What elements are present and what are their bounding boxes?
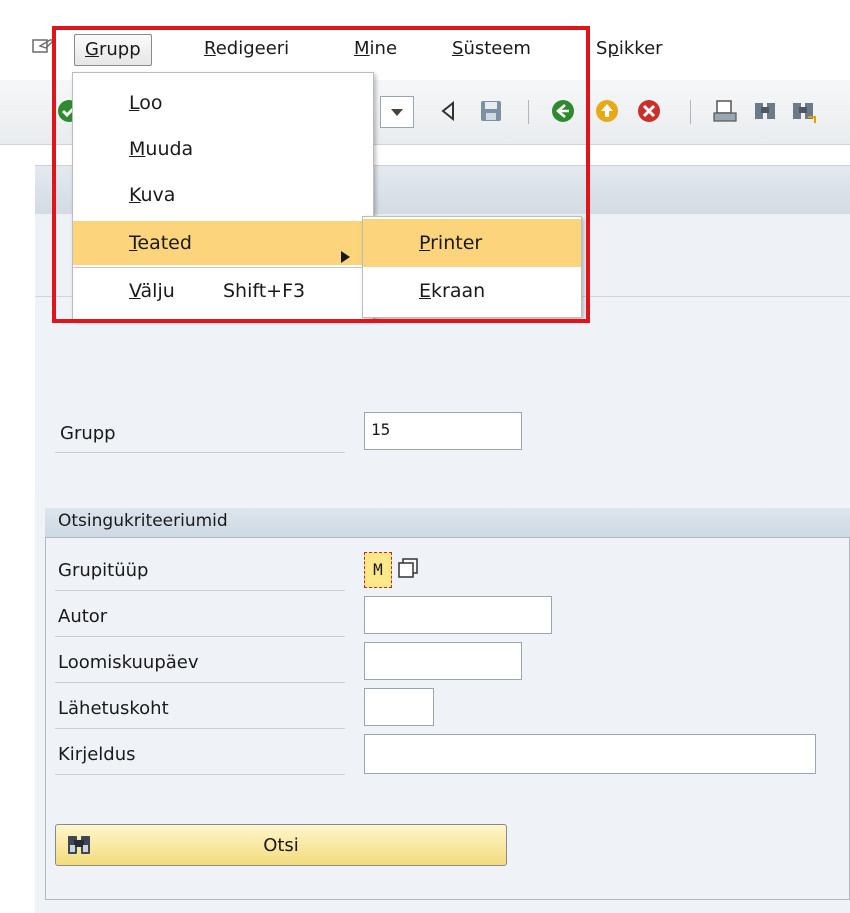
search-criteria-title: Otsingukriteeriumid (58, 511, 228, 531)
menu-spikker-prefix: S (596, 38, 608, 59)
menu-grupp[interactable]: Grupp (74, 34, 152, 66)
print-icon[interactable] (712, 98, 738, 124)
grupitüüp-input[interactable]: M (364, 552, 392, 588)
search-button-label: Otsi (263, 835, 299, 856)
submenu-item-ekraan-mnemonic: E (419, 280, 432, 302)
menu-mine[interactable]: Mine (344, 34, 407, 64)
grupitüüp-label: Grupitüüp (58, 560, 149, 581)
loomiskuupaev-label: Loomiskuupäev (58, 652, 199, 673)
menu-item-kuva-label: uva (140, 184, 176, 206)
menu-item-muuda[interactable]: Muuda (73, 127, 373, 171)
menu-redigeeri-label: edigeeri (215, 38, 290, 59)
kirjeldus-input[interactable] (364, 734, 816, 774)
menu-item-valju[interactable]: Välju Shift+F3 (73, 269, 373, 313)
teated-submenu: Printer Ekraan (362, 216, 582, 318)
menu-susteem-label: üsteem (463, 38, 531, 59)
menu-grupp-label: rupp (98, 39, 141, 60)
field-divider (55, 636, 345, 637)
find-next-icon[interactable] (790, 98, 816, 124)
autor-label: Autor (58, 606, 108, 627)
search-button[interactable]: Otsi (55, 824, 507, 866)
command-field-dropdown-icon[interactable] (380, 96, 414, 128)
autor-input[interactable] (364, 596, 552, 634)
menu-item-teated-label: eated (137, 232, 192, 254)
submenu-item-printer[interactable]: Printer (363, 219, 581, 267)
submenu-arrow-icon (339, 236, 351, 263)
field-divider (55, 590, 345, 591)
field-divider (55, 728, 345, 729)
menu-item-kuva[interactable]: Kuva (73, 173, 373, 217)
kirjeldus-label: Kirjeldus (58, 744, 136, 765)
menubar: Grupp Redigeeri Mine Süsteem Spikker (0, 0, 850, 80)
menu-susteem[interactable]: Süsteem (442, 34, 541, 64)
grupp-label: Grupp (60, 423, 116, 444)
exit-circle-icon[interactable] (594, 98, 620, 124)
menu-redigeeri[interactable]: Redigeeri (194, 34, 299, 64)
submenu-item-ekraan-label: kraan (431, 280, 486, 302)
menu-redigeeri-mnemonic: R (204, 38, 216, 59)
menu-mine-mnemonic: M (354, 38, 370, 59)
submenu-item-printer-mnemonic: P (419, 232, 431, 254)
lahetuskoht-label: Lähetuskoht (58, 698, 169, 719)
menu-separator (73, 267, 373, 268)
field-divider (55, 682, 345, 683)
menu-item-loo-label: oo (139, 92, 163, 114)
menu-susteem-mnemonic: S (452, 38, 464, 59)
window-menu-icon[interactable] (32, 36, 56, 58)
multiple-selection-icon[interactable] (396, 556, 422, 582)
menu-spikker-mnemonic: p (607, 38, 619, 59)
grupitüüp-value: M (373, 560, 383, 579)
grupp-dropdown-menu: Loo Muuda Kuva Teated Välju Shift+F3 (72, 72, 374, 320)
menu-item-muuda-label: uuda (145, 138, 194, 160)
menu-spikker-label: ikker (618, 38, 663, 59)
loomiskuupaev-input[interactable] (364, 642, 522, 680)
menu-grupp-mnemonic: G (85, 39, 99, 60)
grupp-underline (55, 452, 345, 453)
menu-spikker[interactable]: Spikker (586, 34, 673, 64)
menu-item-valju-mnemonic: V (129, 280, 141, 302)
submenu-item-printer-label: rinter (430, 232, 483, 254)
menu-mine-label: ine (369, 38, 398, 59)
toolbar-separator (528, 100, 529, 124)
menu-item-loo[interactable]: Loo (73, 81, 373, 125)
submenu-item-ekraan[interactable]: Ekraan (363, 267, 581, 315)
back-circle-icon[interactable] (550, 98, 576, 124)
menu-item-valju-shortcut: Shift+F3 (223, 280, 306, 302)
grupp-input[interactable]: 15 (364, 412, 522, 450)
menu-item-muuda-mnemonic: M (129, 138, 146, 160)
save-icon[interactable] (478, 98, 504, 124)
menu-item-kuva-mnemonic: K (129, 184, 141, 206)
lahetuskoht-input[interactable] (364, 688, 434, 726)
back-arrow-icon[interactable] (436, 98, 462, 124)
menu-item-teated[interactable]: Teated (73, 221, 373, 265)
menu-item-loo-mnemonic: L (129, 92, 140, 114)
field-divider (55, 774, 345, 775)
cancel-circle-icon[interactable] (636, 98, 662, 124)
menu-item-valju-label: älju (140, 280, 175, 302)
find-icon[interactable] (752, 98, 778, 124)
toolbar-separator (690, 100, 691, 124)
